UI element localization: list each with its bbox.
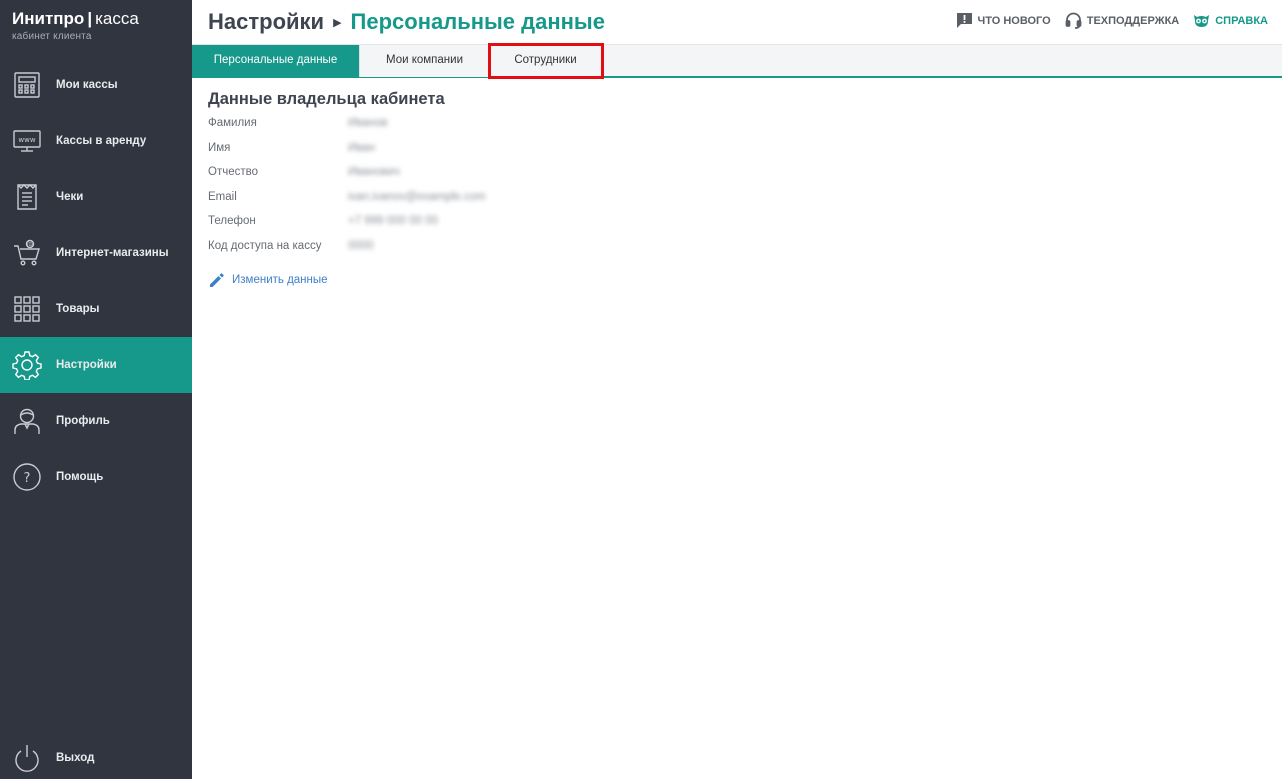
edit-data-label: Изменить данные [232,274,328,286]
field-row-email: Email ivan.ivanov@example.com [208,190,486,216]
sidebar-item-label: Интернет-магазины [56,247,169,259]
field-value: Иванов [348,117,388,129]
sidebar-item-label: Чеки [56,191,84,203]
field-label: Телефон [208,215,256,228]
logo-product: касса [95,9,139,28]
help-link[interactable]: СПРАВКА [1193,12,1268,29]
sidebar-item-label: Настройки [56,359,117,371]
field-row-patronymic: Отчество Иванович [208,166,445,191]
sidebar: Инитпро | касса кабинет клиента Мои кассы … [0,0,192,779]
field-row-last-name: Фамилия Иванов [208,117,445,142]
sidebar-item-receipts[interactable]: Чеки [0,169,192,225]
receipt-icon [12,182,42,212]
section-title: Данные владельца кабинета [208,90,445,108]
sidebar-item-label: Профиль [56,415,110,427]
owner-data-section: Данные владельца кабинета Фамилия Иванов… [208,90,486,265]
breadcrumb: Настройки ▶ Персональные данные [208,8,605,40]
logout-button[interactable]: Выход [0,730,192,779]
field-row-access-code: Код доступа на кассу 0000 [208,240,445,265]
shopping-cart-icon: @ [12,238,42,268]
support-link[interactable]: ТЕХПОДДЕРЖКА [1065,12,1180,29]
news-icon [956,12,973,29]
grid-icon [12,294,42,324]
logo-brand: Инитпро [12,9,85,28]
svg-text:@: @ [27,242,33,249]
sidebar-item-rental-registers[interactable]: www Кассы в аренду [0,113,192,169]
user-icon [12,406,42,436]
help-label: СПРАВКА [1215,14,1268,27]
sidebar-item-my-registers[interactable]: Мои кассы [0,57,192,113]
field-value: 0000 [348,239,374,252]
field-label: Отчество [208,166,258,179]
sidebar-item-label: Мои кассы [56,79,118,91]
power-icon [12,743,42,773]
www-monitor-icon: www [12,126,42,156]
field-label: Email [208,190,237,203]
tab-my-companies[interactable]: Мои компании [360,45,490,77]
sidebar-item-label: Помощь [56,471,104,483]
page-header: Настройки ▶ Персональные данные ЧТО НОВОГО… [192,0,1282,44]
logo-separator: | [87,9,93,28]
field-value: ivan.ivanov@example.com [348,190,486,203]
sidebar-item-goods[interactable]: Товары [0,281,192,337]
edit-data-link[interactable]: Изменить данные [208,271,328,289]
owl-icon [1193,12,1210,29]
logo-subtitle: кабинет клиента [12,31,92,42]
svg-text:www: www [18,136,35,144]
whats-new-label: ЧТО НОВОГО [977,14,1051,27]
field-label: Имя [208,141,231,154]
gear-icon [12,350,42,380]
sidebar-item-label: Кассы в аренду [56,135,147,147]
field-label: Код доступа на кассу [208,239,322,252]
headset-icon [1065,12,1082,29]
logo-title: Инитпро | касса [12,9,139,29]
sidebar-item-online-shops[interactable]: @ Интернет-магазины [0,225,192,281]
field-value: Иван [348,141,375,154]
field-value: +7 999 000 00 00 [348,215,438,228]
breadcrumb-separator-icon: ▶ [333,17,342,29]
svg-text:?: ? [24,471,31,486]
field-row-first-name: Имя Иван [208,142,445,167]
tab-personal-data[interactable]: Персональные данные [192,45,360,77]
support-label: ТЕХПОДДЕРЖКА [1086,14,1180,27]
field-value: Иванович [348,166,400,179]
sidebar-item-profile[interactable]: Профиль [0,393,192,449]
sidebar-item-settings[interactable]: Настройки [0,337,192,393]
field-label: Фамилия [208,117,257,129]
tab-employees[interactable]: Сотрудники [488,43,604,79]
cash-register-icon [12,70,42,100]
header-links: ЧТО НОВОГО ТЕХПОДДЕРЖКА СПРАВКА [956,12,1268,29]
sidebar-item-help[interactable]: ? Помощь [0,449,192,505]
app-logo[interactable]: Инитпро | касса кабинет клиента [12,9,139,42]
page-title: Персональные данные [350,9,605,34]
whats-new-link[interactable]: ЧТО НОВОГО [956,12,1051,29]
logout-label: Выход [56,752,95,764]
pencil-icon [208,271,226,289]
settings-tabs: Персональные данные Мои компании Сотрудн… [192,43,1282,79]
field-row-phone: Телефон +7 999 000 00 00 [208,215,445,240]
breadcrumb-parent[interactable]: Настройки [208,9,324,34]
help-circle-icon: ? [12,462,42,492]
sidebar-item-label: Товары [56,303,100,315]
